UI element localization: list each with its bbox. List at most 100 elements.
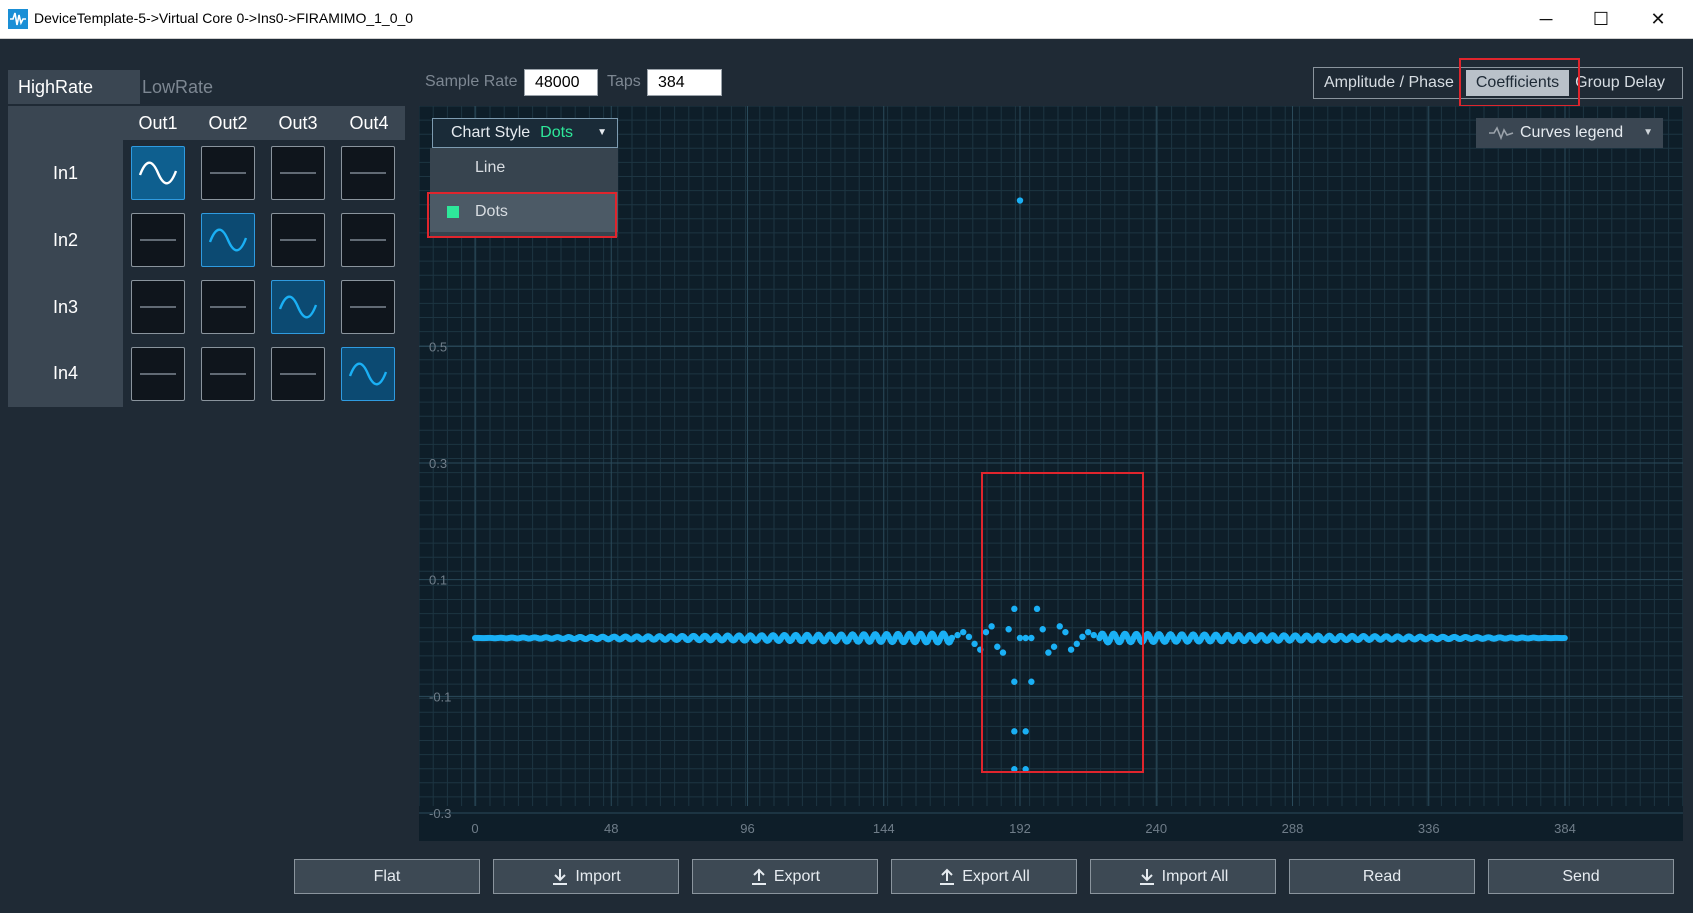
coefficient-dot <box>971 640 978 648</box>
chart-style-label: Chart Style <box>451 124 531 141</box>
minimize-icon: ─ <box>1539 8 1553 29</box>
close-icon: ✕ <box>1650 8 1666 29</box>
coefficients-highlight <box>1459 58 1580 107</box>
coefficient-dot <box>954 631 961 639</box>
minimize-button[interactable]: ─ <box>1523 0 1569 38</box>
bypass-line-icon <box>350 306 386 308</box>
tab-amplitude-phase[interactable]: Amplitude / Phase <box>1314 68 1464 98</box>
matrix-cell-in3-out3[interactable] <box>271 280 325 334</box>
x-tick-label: 240 <box>1145 821 1167 836</box>
flat-button-label: Flat <box>373 867 401 885</box>
dots-option-highlight <box>427 192 617 238</box>
coefficient-dot <box>960 628 967 636</box>
matrix-cell-in3-out1[interactable] <box>131 280 185 334</box>
matrix-cell-in1-out3[interactable] <box>271 146 325 200</box>
routing-matrix: Out1 Out2 Out3 Out4 In1 In2 In3 In4 <box>8 106 405 407</box>
tab-group-delay[interactable]: Group Delay <box>1571 68 1675 98</box>
row-header-in2: In2 <box>8 206 123 274</box>
import-all-button-label: Import All <box>1161 867 1229 885</box>
app-icon <box>8 9 28 29</box>
filter-curve-icon <box>208 228 248 252</box>
ripple-dot <box>1561 635 1568 642</box>
column-header-out3: Out3 <box>263 106 333 140</box>
sample-rate-label: Sample Rate <box>425 73 518 90</box>
title-bar: DeviceTemplate-5->Virtual Core 0->Ins0->… <box>0 0 1693 39</box>
download-icon <box>1139 868 1154 885</box>
x-tick-label: 336 <box>1418 821 1440 836</box>
y-tick-label: 0.1 <box>429 573 447 588</box>
curves-legend-dropdown[interactable]: Curves legend ▼ <box>1476 118 1663 148</box>
import-button-label: Import <box>575 867 621 885</box>
download-icon <box>553 868 568 885</box>
import-button[interactable]: Import <box>493 859 679 894</box>
matrix-cell-in3-out2[interactable] <box>201 280 255 334</box>
row-header-in1: In1 <box>8 140 123 206</box>
filter-curve-icon <box>348 362 388 386</box>
chevron-down-icon: ▼ <box>1643 127 1653 138</box>
bypass-line-icon <box>350 239 386 241</box>
y-tick-label: 0.3 <box>429 456 447 471</box>
x-tick-label: 144 <box>873 821 895 836</box>
x-tick-label: 96 <box>740 821 754 836</box>
send-button[interactable]: Send <box>1488 859 1674 894</box>
tab-lowrate[interactable]: LowRate <box>132 70 223 104</box>
send-button-label: Send <box>1562 867 1600 885</box>
export-all-button[interactable]: Export All <box>891 859 1077 894</box>
close-button[interactable]: ✕ <box>1635 0 1681 38</box>
matrix-cell-in2-out2[interactable] <box>201 213 255 267</box>
upload-icon <box>940 868 955 885</box>
import-all-button[interactable]: Import All <box>1090 859 1276 894</box>
column-header-out2: Out2 <box>193 106 263 140</box>
column-header-out1: Out1 <box>123 106 193 140</box>
sample-rate-field[interactable]: 48000 <box>524 69 598 96</box>
matrix-cell-in1-out2[interactable] <box>201 146 255 200</box>
taps-label: Taps <box>607 73 641 90</box>
filter-curve-icon <box>138 161 178 185</box>
row-header-in3: In3 <box>8 274 123 340</box>
bypass-line-icon <box>210 373 246 375</box>
y-tick-label: 0.5 <box>429 339 447 354</box>
matrix-cell-in1-out4[interactable] <box>341 146 395 200</box>
menu-item-line-label: Line <box>475 159 506 176</box>
matrix-cell-in1-out1[interactable] <box>131 146 185 200</box>
matrix-cell-in4-out3[interactable] <box>271 347 325 401</box>
maximize-button[interactable]: ☐ <box>1578 0 1624 38</box>
matrix-cell-in4-out2[interactable] <box>201 347 255 401</box>
main-area: HighRate LowRate Out1 Out2 Out3 Out4 In1… <box>0 39 1693 913</box>
row-header-in4: In4 <box>8 340 123 407</box>
matrix-corner <box>8 106 123 140</box>
coefficient-dot <box>965 633 973 641</box>
x-tick-label: 48 <box>604 821 618 836</box>
bypass-line-icon <box>140 239 176 241</box>
x-tick-label: 192 <box>1009 821 1031 836</box>
matrix-cell-in2-out3[interactable] <box>271 213 325 267</box>
y-tick-label: -0.3 <box>429 806 451 821</box>
export-button[interactable]: Export <box>692 859 878 894</box>
matrix-cell-in3-out4[interactable] <box>341 280 395 334</box>
filter-curve-icon <box>278 295 318 319</box>
read-button[interactable]: Read <box>1289 859 1475 894</box>
bypass-line-icon <box>210 172 246 174</box>
flat-button[interactable]: Flat <box>294 859 480 894</box>
bypass-line-icon <box>350 172 386 174</box>
bypass-line-icon <box>280 373 316 375</box>
matrix-cell-in4-out4[interactable] <box>341 347 395 401</box>
matrix-cell-in4-out1[interactable] <box>131 347 185 401</box>
chart-style-value: Dots <box>540 124 574 141</box>
x-tick-label: 0 <box>471 821 478 836</box>
coefficient-dot <box>1016 197 1024 204</box>
tab-highrate[interactable]: HighRate <box>8 70 140 104</box>
matrix-cell-in2-out4[interactable] <box>341 213 395 267</box>
read-button-label: Read <box>1362 867 1402 885</box>
chart-style-dropdown[interactable]: Chart Style Dots ▼ <box>432 118 618 148</box>
upload-icon <box>751 868 766 885</box>
export-button-label: Export <box>773 867 821 885</box>
taps-field[interactable]: 384 <box>647 69 722 96</box>
x-tick-label: 288 <box>1282 821 1304 836</box>
matrix-cell-in2-out1[interactable] <box>131 213 185 267</box>
menu-item-line[interactable]: Line <box>430 148 618 188</box>
y-tick-label: -0.1 <box>429 689 451 704</box>
bypass-line-icon <box>280 239 316 241</box>
coefficient-dot <box>948 634 956 642</box>
curves-legend-label: Curves legend <box>1520 124 1624 141</box>
